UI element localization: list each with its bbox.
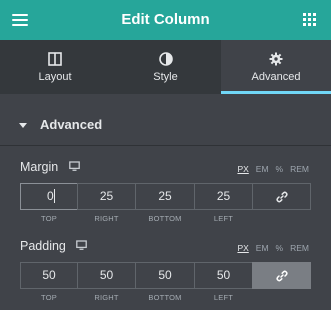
tab-advanced[interactable]: Advanced [221, 40, 331, 94]
unit-rem[interactable]: REM [290, 243, 309, 253]
unit-percent[interactable]: % [276, 243, 284, 253]
caption-bottom: BOTTOM [148, 293, 182, 302]
text-cursor [54, 189, 55, 203]
margin-right-input[interactable]: 25 [77, 183, 136, 210]
layout-icon [48, 52, 62, 66]
link-icon [275, 270, 288, 281]
caption-top: TOP [41, 293, 57, 302]
unit-em[interactable]: EM [256, 243, 269, 253]
desktop-device-icon[interactable] [76, 240, 87, 251]
caption-right: RIGHT [94, 293, 119, 302]
unit-px[interactable]: PX [237, 164, 248, 174]
margin-left-input[interactable]: 25 [194, 183, 253, 210]
caption-top: TOP [41, 214, 57, 223]
margin-top-input[interactable]: 0 [20, 183, 78, 210]
margin-link-button[interactable] [252, 183, 311, 210]
panel-title: Edit Column [121, 11, 210, 28]
active-tab-indicator [221, 91, 331, 94]
caption-bottom: BOTTOM [148, 214, 182, 223]
unit-em[interactable]: EM [256, 164, 269, 174]
caption-left: LEFT [213, 293, 234, 302]
tab-bar: Layout Style Advanced [0, 40, 331, 94]
tab-layout-label: Layout [38, 71, 72, 83]
margin-units: PX EM% REM [230, 164, 309, 174]
desktop-device-icon[interactable] [69, 161, 80, 172]
padding-top-input[interactable]: 50 [20, 262, 78, 289]
padding-captions: TOP RIGHT BOTTOM LEFT [20, 293, 311, 305]
padding-inputs: 50 50 50 50 [20, 262, 311, 289]
section-title: Advanced [40, 117, 103, 132]
grid-icon[interactable] [303, 13, 317, 27]
padding-label: Padding [20, 239, 66, 253]
section-advanced-toggle[interactable]: Advanced [0, 104, 331, 146]
tab-layout[interactable]: Layout [0, 40, 110, 94]
caption-left: LEFT [213, 214, 234, 223]
unit-percent[interactable]: % [276, 164, 284, 174]
unit-rem[interactable]: REM [290, 164, 309, 174]
margin-label: Margin [20, 160, 59, 174]
gear-icon [269, 52, 283, 66]
margin-bottom-input[interactable]: 25 [135, 183, 195, 210]
link-icon [275, 191, 288, 202]
padding-right-input[interactable]: 50 [77, 262, 136, 289]
unit-px[interactable]: PX [237, 243, 248, 253]
padding-link-button[interactable] [252, 262, 311, 289]
tab-advanced-label: Advanced [251, 71, 301, 83]
padding-bottom-input[interactable]: 50 [135, 262, 195, 289]
padding-left-input[interactable]: 50 [194, 262, 253, 289]
margin-captions: TOP RIGHT BOTTOM LEFT [20, 214, 311, 226]
margin-inputs: 0 25 25 25 [20, 183, 311, 210]
caret-down-icon [19, 123, 27, 128]
contrast-icon [158, 52, 173, 66]
caption-right: RIGHT [94, 214, 119, 223]
tab-style-label: Style [153, 71, 178, 83]
tab-style[interactable]: Style [110, 40, 221, 94]
panel-header: Edit Column [0, 0, 331, 40]
padding-units: PX EM% REM [230, 243, 309, 253]
